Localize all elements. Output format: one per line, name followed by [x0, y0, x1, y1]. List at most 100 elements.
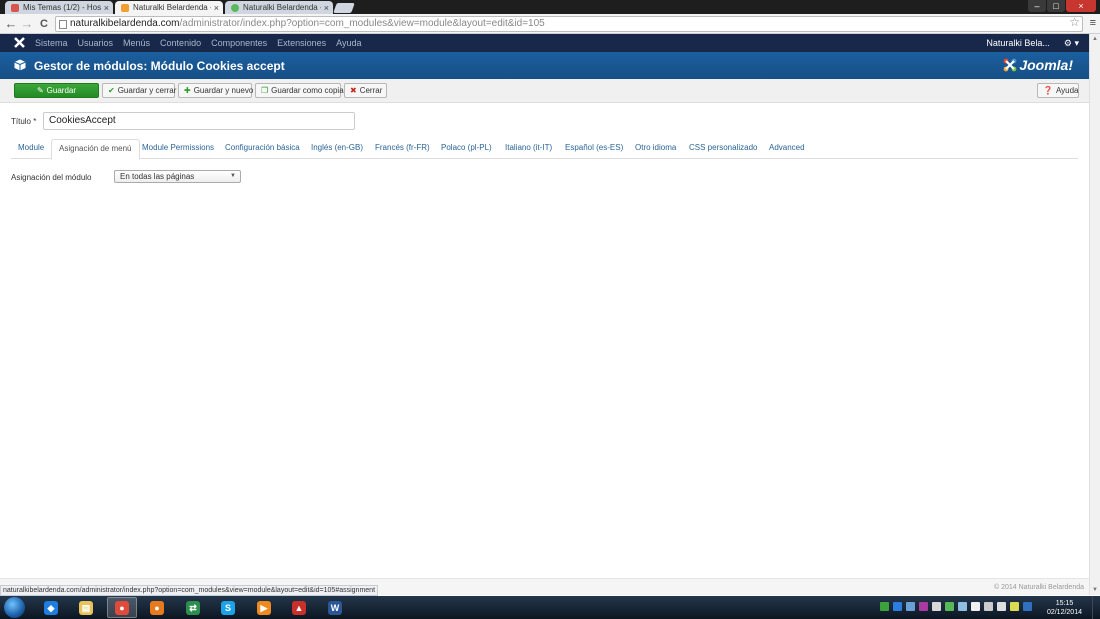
scroll-down-icon[interactable]: ▼ — [1092, 587, 1098, 593]
admin-navbar: Sistema Usuarios Menús Contenido Componentes… — [0, 34, 1089, 52]
maximize-button[interactable]: □ — [1047, 0, 1065, 12]
form-tab[interactable]: Asignación de menú — [51, 139, 140, 160]
dropdown-arrow-icon: ▼ — [230, 173, 236, 179]
taskbar-app-file-explorer[interactable]: ▤ — [71, 597, 101, 618]
address-bar[interactable]: naturalkibelardenda.com/administrator/in… — [55, 16, 1083, 32]
show-desktop-button[interactable] — [1092, 596, 1100, 619]
minimize-button[interactable]: – — [1028, 0, 1046, 12]
close-button[interactable]: ✖ Cerrar — [344, 83, 387, 98]
form-tab[interactable]: Polaco (pl-PL) — [434, 139, 499, 159]
settings-gear-icon[interactable]: ⚙ ▾ — [1064, 38, 1079, 49]
copy-icon: ❐ — [261, 86, 269, 95]
close-window-button[interactable]: × — [1066, 0, 1096, 12]
tray-icon[interactable] — [958, 602, 967, 611]
tab-close-icon[interactable]: × — [324, 3, 329, 13]
taskbar-app-media-player[interactable]: ▶ — [249, 597, 279, 618]
tray-icon[interactable] — [1010, 602, 1019, 611]
page-header: Gestor de módulos: Módulo Cookies accept… — [0, 52, 1089, 79]
tray-icon[interactable] — [984, 602, 993, 611]
media-player-icon: ▶ — [257, 600, 271, 615]
form-tab[interactable]: Inglés (en-GB) — [304, 139, 370, 159]
bookmark-star-icon[interactable]: ☆ — [1069, 15, 1080, 29]
tab-title: Mis Temas (1/2) - Hosting — [23, 3, 101, 12]
dropbox-icon: ◆ — [44, 600, 58, 615]
joomla-brand-logo: Joomla! — [1003, 57, 1073, 73]
admin-menu-item[interactable]: Sistema — [35, 38, 68, 48]
form-tab[interactable]: Module Permissions — [135, 139, 221, 159]
help-button[interactable]: ❓ Ayuda — [1037, 83, 1079, 98]
admin-menu-item[interactable]: Extensiones — [277, 38, 326, 48]
form-tab[interactable]: Español (es-ES) — [558, 139, 630, 159]
tab-close-icon[interactable]: × — [104, 3, 109, 13]
admin-menu-item[interactable]: Ayuda — [336, 38, 361, 48]
form-tab[interactable]: Otro idioma — [628, 139, 683, 159]
save-close-label: Guardar y cerrar — [117, 86, 177, 95]
browser-tab-site[interactable]: Naturalki Belardenda - Inic × — [225, 1, 333, 14]
clock-time: 15:15 — [1055, 600, 1074, 607]
admin-menu-item[interactable]: Menús — [123, 38, 150, 48]
new-tab-button[interactable] — [333, 3, 355, 13]
joomla-logo-icon[interactable] — [14, 37, 25, 48]
form-tab[interactable]: Configuración básica — [218, 139, 307, 159]
scroll-up-icon[interactable]: ▲ — [1092, 36, 1098, 42]
form-tab[interactable]: Advanced — [762, 139, 812, 159]
forward-icon[interactable]: → — [19, 16, 35, 32]
copyright-text: © 2014 Naturalki Belardenda — [994, 584, 1084, 591]
form-tab[interactable]: Francés (fr-FR) — [368, 139, 437, 159]
admin-menu-item[interactable]: Contenido — [160, 38, 201, 48]
form-tab[interactable]: Italiano (it-IT) — [498, 139, 559, 159]
taskbar-app-chrome[interactable]: ● — [107, 597, 137, 618]
tray-icon[interactable] — [945, 602, 954, 611]
filezilla-server-icon: ▲ — [292, 600, 306, 615]
tray-icon[interactable] — [997, 602, 1006, 611]
save-copy-button[interactable]: ❐ Guardar como copia — [255, 83, 344, 98]
save-new-button[interactable]: ✚ Guardar y nuevo — [178, 83, 254, 98]
tray-icon[interactable] — [971, 602, 980, 611]
joomla-mark-icon — [1003, 58, 1017, 72]
module-cube-icon — [14, 59, 26, 71]
back-icon[interactable]: ← — [3, 16, 19, 32]
tray-icon[interactable] — [919, 602, 928, 611]
file-explorer-icon: ▤ — [79, 600, 93, 615]
tray-icon[interactable] — [893, 602, 902, 611]
browser-tab-hosting[interactable]: Mis Temas (1/2) - Hosting × — [5, 1, 113, 14]
chrome-icon: ● — [115, 600, 129, 615]
taskbar-app-word[interactable]: W — [320, 597, 350, 618]
vertical-scrollbar[interactable]: ▲ ▼ — [1089, 34, 1100, 595]
window-controls: – □ × — [1028, 0, 1096, 12]
save-copy-label: Guardar como copia — [271, 86, 344, 95]
save-new-label: Guardar y nuevo — [193, 86, 254, 95]
assignment-select[interactable]: En todas las páginas ▼ — [114, 170, 241, 183]
start-button[interactable] — [4, 597, 25, 618]
tray-icon[interactable] — [932, 602, 941, 611]
edit-icon: ✎ — [36, 86, 44, 95]
system-tray — [880, 602, 1032, 611]
browser-tab-admin[interactable]: Naturalki Belardenda - Ad × — [115, 1, 223, 14]
tray-icon[interactable] — [906, 602, 915, 611]
system-clock[interactable]: 15:15 02/12/2014 — [1047, 599, 1082, 617]
tray-icon[interactable] — [880, 602, 889, 611]
save-label: Guardar — [46, 86, 77, 95]
help-label: Ayuda — [1055, 86, 1079, 95]
form-tab[interactable]: Module — [11, 139, 51, 159]
taskbar-app-filezilla[interactable]: ⇄ — [178, 597, 208, 618]
save-close-button[interactable]: ✔ Guardar y cerrar — [102, 83, 177, 98]
page-icon — [59, 20, 67, 29]
windows-taskbar: ◆ ▤ ● ● ⇄ S ▶ ▲ W 15:15 02/12/2014 — [0, 596, 1100, 619]
browser-menu-icon[interactable]: ≡ — [1090, 17, 1096, 29]
save-button[interactable]: ✎ Guardar — [14, 83, 99, 98]
question-circle-icon: ❓ — [1043, 86, 1053, 95]
tray-icon[interactable] — [1023, 602, 1032, 611]
site-name-link[interactable]: Naturalki Bela... — [986, 38, 1050, 49]
admin-menu-item[interactable]: Componentes — [211, 38, 267, 48]
title-input[interactable]: CookiesAccept — [43, 112, 355, 130]
taskbar-app-dropbox[interactable]: ◆ — [36, 597, 66, 618]
taskbar-app-filezilla-server[interactable]: ▲ — [284, 597, 314, 618]
taskbar-app-firefox[interactable]: ● — [142, 597, 172, 618]
taskbar-app-skype[interactable]: S — [213, 597, 243, 618]
admin-menu-item[interactable]: Usuarios — [78, 38, 114, 48]
admin-menu: Sistema Usuarios Menús Contenido Componentes… — [35, 38, 362, 48]
tab-close-icon[interactable]: × — [214, 3, 219, 13]
form-tab[interactable]: CSS personalizado — [682, 139, 764, 159]
reload-icon[interactable]: C — [36, 16, 52, 32]
